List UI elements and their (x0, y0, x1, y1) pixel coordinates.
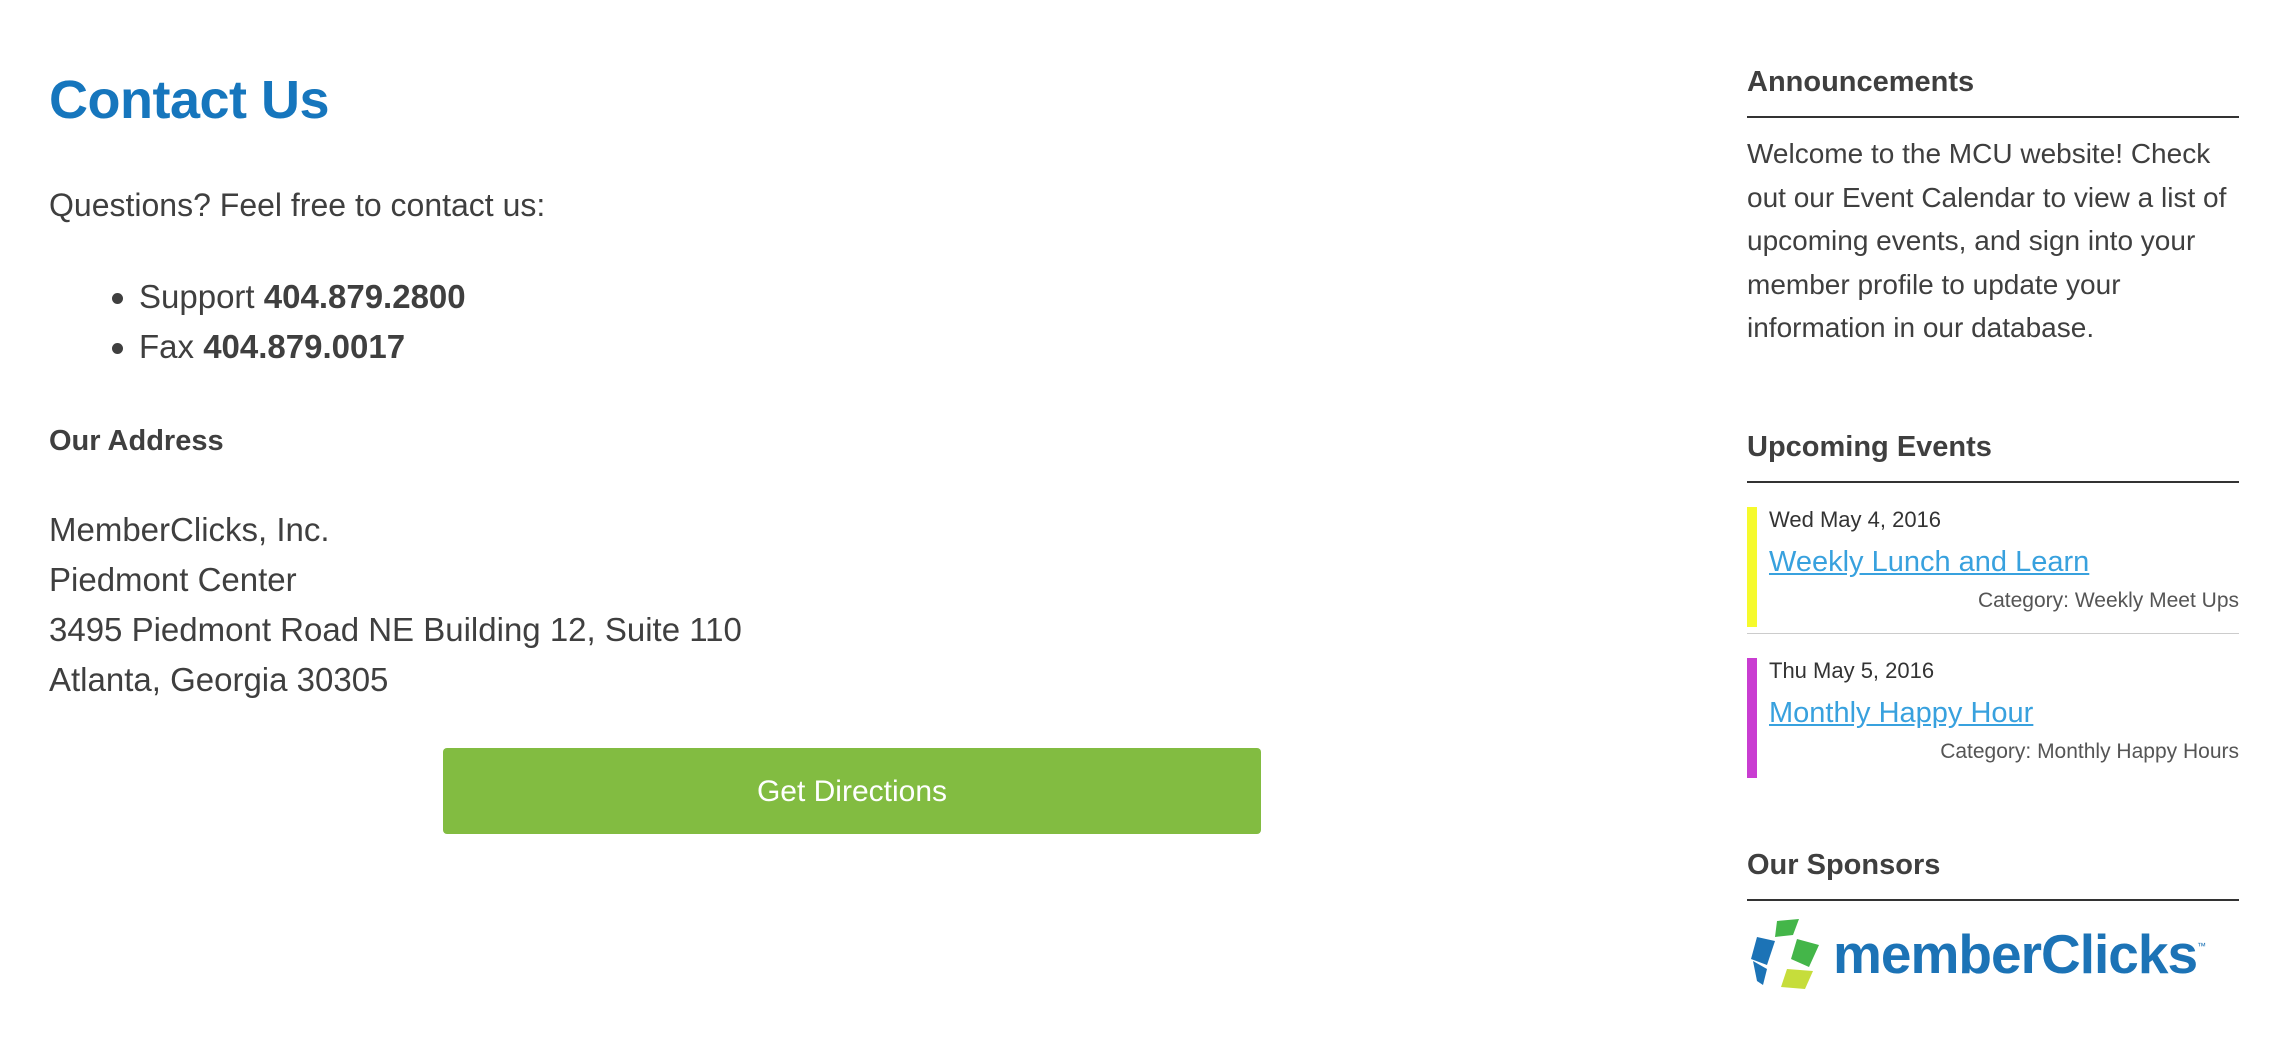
memberclicks-sponsor-logo[interactable]: memberClicks ™ (1747, 915, 2239, 993)
event-item: Thu May 5, 2016 Monthly Happy Hour Categ… (1747, 658, 2239, 778)
upcoming-events-title: Upcoming Events (1747, 425, 2239, 483)
address-line: Atlanta, Georgia 30305 (49, 661, 389, 698)
address-heading: Our Address (49, 425, 224, 457)
event-title-link[interactable]: Monthly Happy Hour (1769, 694, 2239, 732)
phone-label: Fax (139, 328, 195, 365)
announcements-widget: Announcements Welcome to the MCU website… (1747, 60, 2239, 350)
event-category: Category: Weekly Meet Ups (1977, 589, 2239, 612)
sponsor-logo-text: memberClicks (1833, 923, 2198, 985)
memberclicks-mark-icon (1751, 919, 1819, 989)
event-category-stripe (1747, 658, 1757, 778)
phone-label: Support (139, 278, 255, 315)
sponsors-widget: Our Sponsors memberClicks ™ (1747, 843, 2239, 993)
phone-number[interactable]: 404.879.2800 (264, 278, 466, 315)
event-category-stripe (1747, 507, 1757, 627)
contact-intro: Questions? Feel free to contact us: (49, 187, 546, 223)
get-directions-button[interactable]: Get Directions (443, 748, 1261, 834)
event-title-link[interactable]: Weekly Lunch and Learn (1769, 543, 2239, 581)
event-category: Category: Monthly Happy Hours (1940, 740, 2239, 763)
event-divider (1747, 633, 2239, 634)
sponsors-title: Our Sponsors (1747, 843, 2239, 901)
announcement-text: Welcome to the MCU website! Check out ou… (1747, 138, 2227, 343)
phone-list: Support 404.879.2800 Fax 404.879.0017 (49, 272, 466, 372)
main-content: Contact Us Questions? Feel free to conta… (49, 60, 1269, 834)
phone-item-support: Support 404.879.2800 (112, 272, 466, 322)
phone-number[interactable]: 404.879.0017 (203, 328, 405, 365)
event-date: Wed May 4, 2016 (1769, 507, 1942, 532)
address-line: Piedmont Center (49, 561, 297, 598)
address-block: MemberClicks, Inc. Piedmont Center 3495 … (49, 505, 742, 705)
page-title: Contact Us (49, 70, 330, 130)
bullet-icon (112, 343, 123, 354)
address-line: 3495 Piedmont Road NE Building 12, Suite… (49, 611, 742, 648)
phone-item-fax: Fax 404.879.0017 (112, 322, 466, 372)
page: Contact Us Questions? Feel free to conta… (0, 0, 2290, 1042)
event-date: Thu May 5, 2016 (1769, 658, 1935, 683)
trademark-mark: ™ (2197, 941, 2207, 951)
address-line: MemberClicks, Inc. (49, 511, 330, 548)
announcements-title: Announcements (1747, 60, 2239, 118)
event-item: Wed May 4, 2016 Weekly Lunch and Learn C… (1747, 507, 2239, 627)
bullet-icon (112, 293, 123, 304)
upcoming-events-widget: Upcoming Events Wed May 4, 2016 Weekly L… (1747, 425, 2239, 778)
